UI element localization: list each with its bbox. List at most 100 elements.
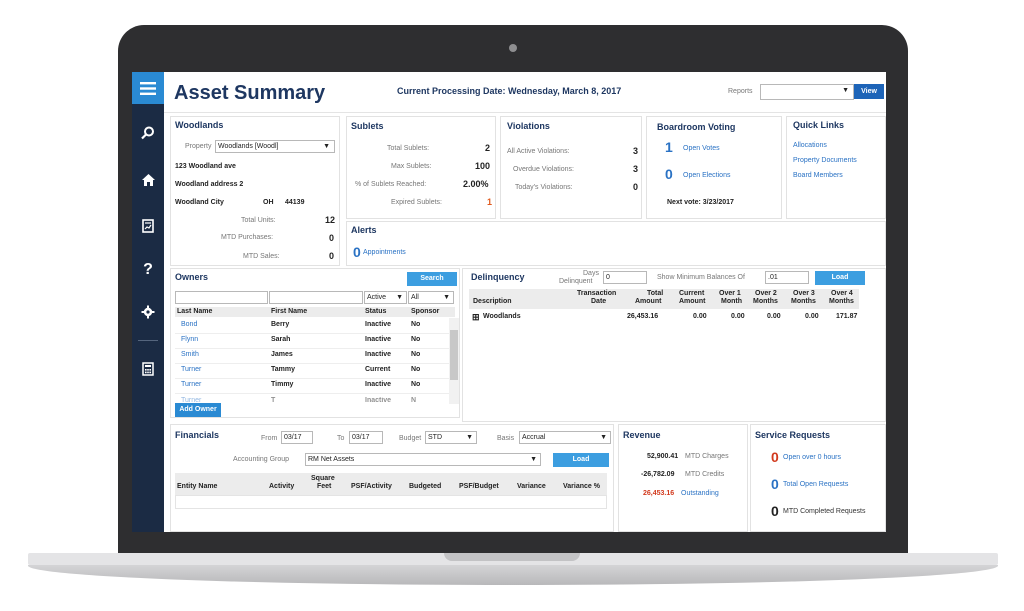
appointments-count[interactable]: 0 xyxy=(353,244,361,260)
financials-load-button[interactable]: Load xyxy=(553,453,609,467)
owner-first-name: Berry xyxy=(271,321,290,328)
to-input[interactable]: 03/17 xyxy=(349,431,383,444)
days-delinquent-input[interactable]: 0 xyxy=(603,271,647,284)
open-votes-link[interactable]: Open Votes xyxy=(683,145,720,152)
col-first-name[interactable]: First Name xyxy=(271,308,307,315)
table-row[interactable]: Bond Berry Inactive No xyxy=(175,318,455,334)
expand-icon[interactable]: ⊞ xyxy=(472,312,480,323)
col-over2-l1[interactable]: Over 2 xyxy=(755,290,777,297)
table-row[interactable]: Flynn Sarah Inactive No xyxy=(175,333,455,349)
sponsor-filter[interactable]: All ▼ xyxy=(408,291,454,304)
total-units-label: Total Units: xyxy=(241,217,276,224)
col-square-feet-l1[interactable]: Square xyxy=(311,475,335,482)
reports-select[interactable]: ▼ xyxy=(760,84,854,100)
help-icon[interactable]: ? xyxy=(132,258,164,282)
col-status[interactable]: Status xyxy=(365,308,386,315)
owner-last-name[interactable]: Flynn xyxy=(181,336,198,343)
last-name-filter[interactable] xyxy=(175,291,268,304)
reports-icon[interactable] xyxy=(132,214,164,238)
col-current-l1[interactable]: Current xyxy=(679,290,704,297)
col-over3-l1[interactable]: Over 3 xyxy=(793,290,815,297)
violations-title: Violations xyxy=(507,121,550,131)
open-elections-link[interactable]: Open Elections xyxy=(683,172,730,179)
owner-first-name: James xyxy=(271,351,293,358)
budget-value: STD xyxy=(428,434,442,441)
min-balance-input[interactable]: .01 xyxy=(765,271,809,284)
basis-select[interactable]: Accrual ▼ xyxy=(519,431,611,444)
chevron-down-icon: ▼ xyxy=(443,294,450,301)
next-vote: Next vote: 3/23/2017 xyxy=(667,199,734,206)
col-total-l1[interactable]: Total xyxy=(647,290,663,297)
accounting-group-select[interactable]: RM Net Assets ▼ xyxy=(305,453,541,466)
appointments-link[interactable]: Appointments xyxy=(363,249,406,256)
open-over-count[interactable]: 0 xyxy=(771,449,779,465)
woodlands-title: Woodlands xyxy=(175,120,224,130)
total-open-link[interactable]: Total Open Requests xyxy=(783,481,848,488)
open-over-link[interactable]: Open over 0 hours xyxy=(783,454,841,461)
settings-icon[interactable] xyxy=(132,300,164,324)
col-transaction-l2[interactable]: Date xyxy=(591,298,606,305)
mtd-sales-label: MTD Sales: xyxy=(243,253,280,260)
col-psf-activity[interactable]: PSF/Activity xyxy=(351,483,392,490)
col-over1-l1[interactable]: Over 1 xyxy=(719,290,741,297)
overdue-violations-label: Overdue Violations: xyxy=(513,166,574,173)
col-variance-pct[interactable]: Variance % xyxy=(563,483,600,490)
property-select[interactable]: Woodlands [Woodl] ▼ xyxy=(215,140,335,153)
board-members-link[interactable]: Board Members xyxy=(793,172,843,179)
col-transaction-l1[interactable]: Transaction xyxy=(577,290,616,297)
owner-last-name[interactable]: Turner xyxy=(181,366,201,373)
mtd-purchases-value: 0 xyxy=(329,233,335,243)
col-over3-l2[interactable]: Months xyxy=(791,298,816,305)
first-name-filter[interactable] xyxy=(269,291,363,304)
open-elections-count[interactable]: 0 xyxy=(665,166,673,182)
calculator-icon[interactable] xyxy=(132,357,164,381)
from-input[interactable]: 03/17 xyxy=(281,431,313,444)
col-total-l2[interactable]: Amount xyxy=(635,298,661,305)
home-icon[interactable] xyxy=(132,168,164,192)
budget-select[interactable]: STD ▼ xyxy=(425,431,477,444)
menu-icon[interactable] xyxy=(132,72,164,104)
col-description[interactable]: Description xyxy=(473,298,512,305)
open-votes-count[interactable]: 1 xyxy=(665,139,673,155)
scrollbar-thumb[interactable] xyxy=(450,330,458,380)
col-psf-budget[interactable]: PSF/Budget xyxy=(459,483,499,490)
max-sublets-label: Max Sublets: xyxy=(391,163,432,170)
add-owner-button[interactable]: Add Owner xyxy=(175,403,221,417)
owner-last-name[interactable]: Smith xyxy=(181,351,199,358)
laptop-base-bottom xyxy=(28,565,998,585)
todays-violations-value: 0 xyxy=(633,182,639,192)
owner-last-name[interactable]: Bond xyxy=(181,321,197,328)
table-row[interactable]: Smith James Inactive No xyxy=(175,348,455,364)
table-row[interactable]: Turner Timmy Inactive No xyxy=(175,378,455,394)
violations-panel: Violations All Active Violations: 3 Over… xyxy=(500,116,642,219)
owners-search-button[interactable]: Search xyxy=(407,272,457,286)
property-documents-link[interactable]: Property Documents xyxy=(793,157,857,164)
col-activity[interactable]: Activity xyxy=(269,483,294,490)
outstanding-value: 26,453.16 xyxy=(643,490,675,497)
outstanding-link[interactable]: Outstanding xyxy=(681,490,719,497)
col-budgeted[interactable]: Budgeted xyxy=(409,483,441,490)
col-square-feet-l2[interactable]: Feet xyxy=(317,483,331,490)
owner-last-name[interactable]: Turner xyxy=(181,381,201,388)
col-over1-l2[interactable]: Month xyxy=(721,298,742,305)
col-over4-l2[interactable]: Months xyxy=(829,298,854,305)
col-variance[interactable]: Variance xyxy=(517,483,546,490)
col-sponsor[interactable]: Sponsor xyxy=(411,308,439,315)
col-current-l2[interactable]: Amount xyxy=(679,298,705,305)
owner-sponsor: No xyxy=(411,351,421,358)
table-row[interactable]: ⊞ Woodlands 26,453.16 0.00 0.00 0.00 0.0… xyxy=(469,311,859,323)
col-over2-l2[interactable]: Months xyxy=(753,298,778,305)
col-last-name[interactable]: Last Name xyxy=(177,308,212,315)
view-button[interactable]: View xyxy=(854,84,884,99)
col-entity-name[interactable]: Entity Name xyxy=(177,483,217,490)
allocations-link[interactable]: Allocations xyxy=(793,142,827,149)
status-filter[interactable]: Active ▼ xyxy=(364,291,407,304)
search-icon[interactable] xyxy=(132,121,164,145)
todays-violations-label: Today's Violations: xyxy=(515,184,573,191)
delinquency-load-button[interactable]: Load xyxy=(815,271,865,285)
owners-scrollbar[interactable] xyxy=(449,318,459,404)
total-sublets-label: Total Sublets: xyxy=(387,145,430,152)
table-row[interactable]: Turner Tammy Current No xyxy=(175,363,455,379)
col-over4-l1[interactable]: Over 4 xyxy=(831,290,853,297)
total-open-count[interactable]: 0 xyxy=(771,476,779,492)
